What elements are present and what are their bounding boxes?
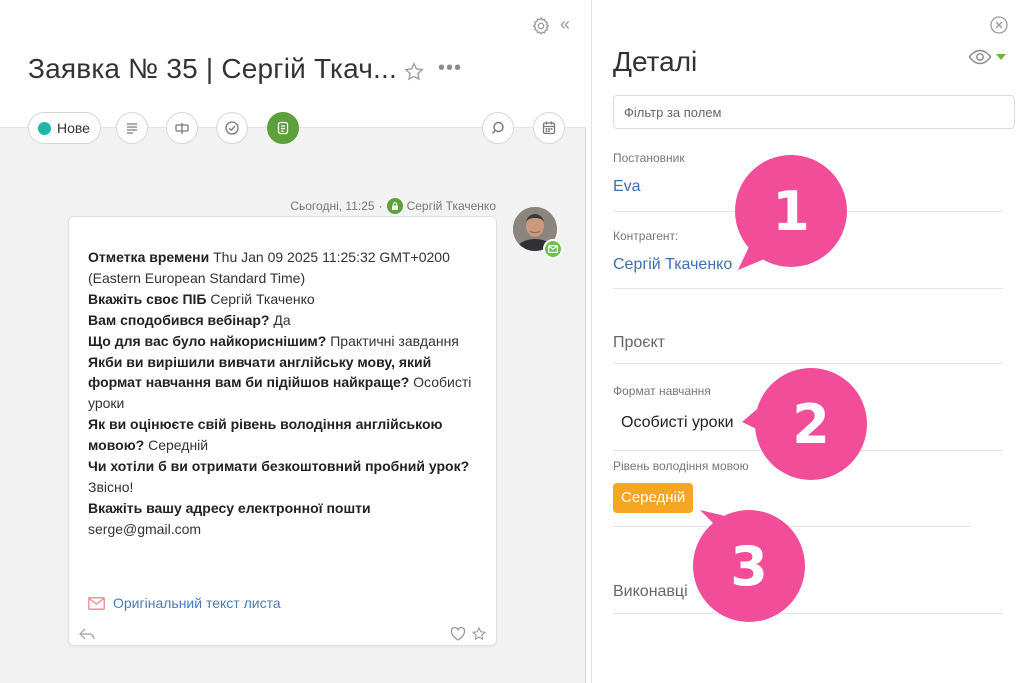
annotation-marker-1: 1 [735,155,847,267]
annotation-tails [700,232,786,530]
annotation-marker-2: 2 [755,368,867,480]
annotation-marker-3: 3 [693,510,805,622]
